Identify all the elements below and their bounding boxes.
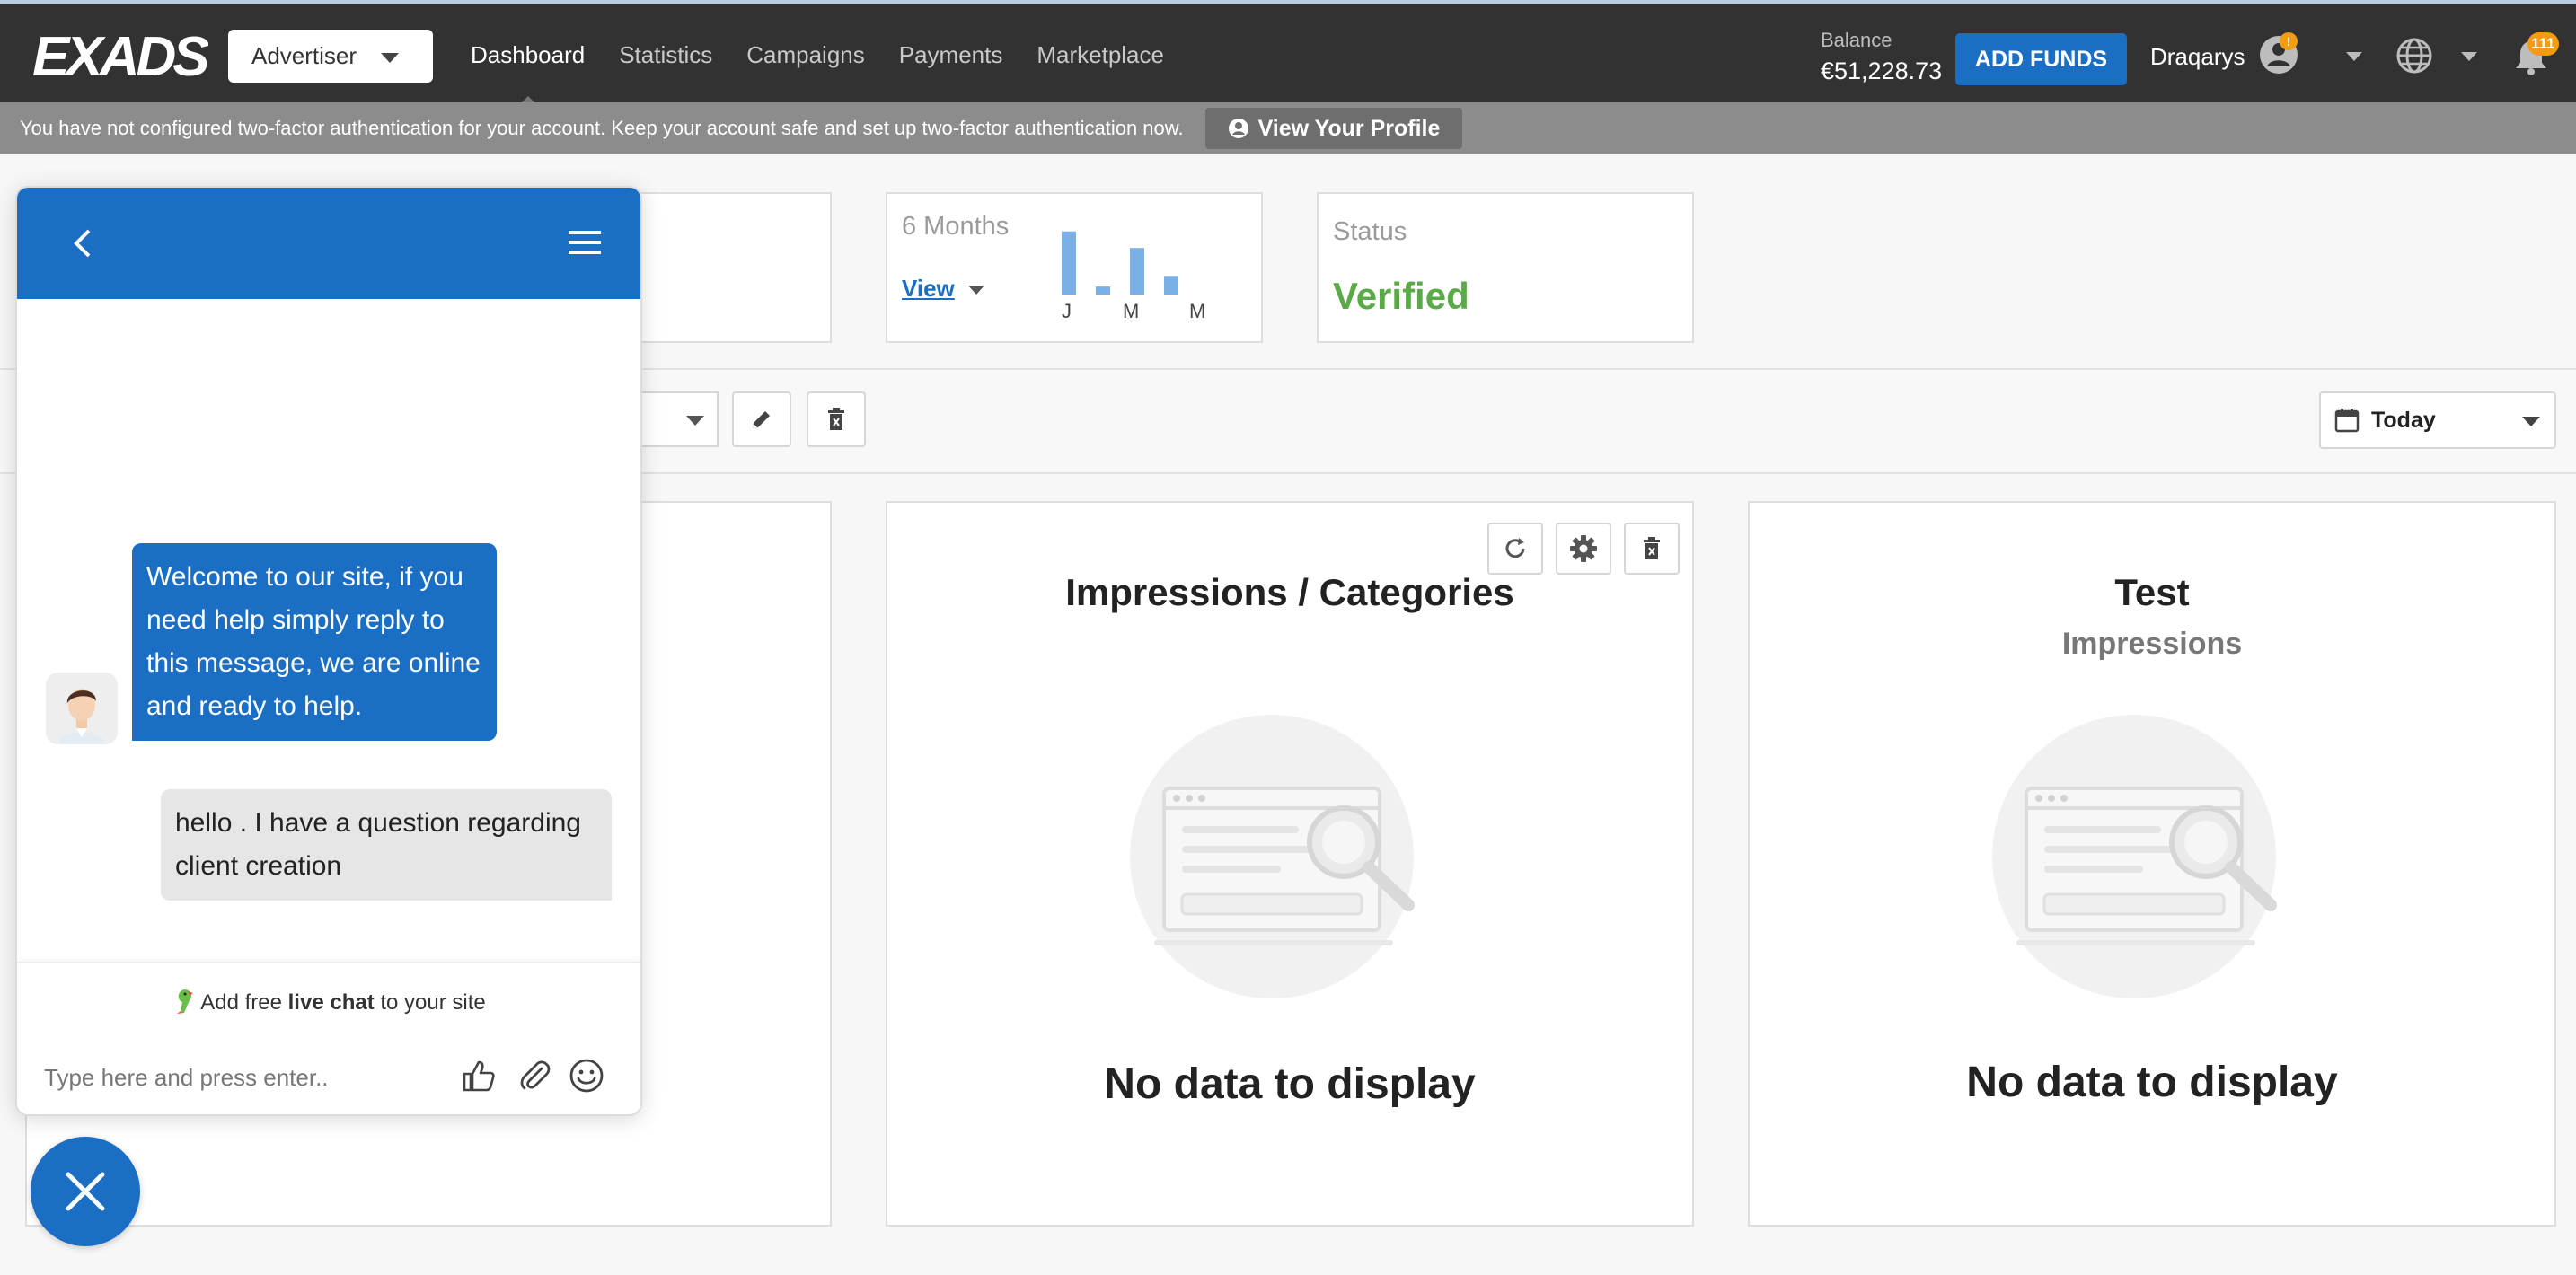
no-data-message: No data to display (1104, 1060, 1476, 1108)
chevron-down-icon (381, 53, 399, 63)
month-label-1: J (1062, 300, 1072, 322)
widget-title: Test (2114, 571, 2190, 613)
edit-dashboard-button[interactable] (732, 391, 791, 447)
chevron-left-icon[interactable] (66, 225, 101, 261)
parrot-icon (177, 989, 194, 1014)
close-icon (66, 1172, 105, 1211)
main-nav: Dashboard Statistics Campaigns Payments … (471, 4, 1198, 106)
notifications-count-badge: 111 (2527, 32, 2559, 56)
widget-subtitle: Impressions (2061, 627, 2243, 661)
balance-display: Balance €51,228.73 (1821, 29, 1942, 85)
view-profile-label: View Your Profile (1257, 115, 1441, 141)
empty-state-illustration (1130, 715, 1415, 998)
test-impressions-widget: Test Impressions No data to display (1748, 501, 2556, 1227)
chat-footer: Add free live chat to your site (17, 962, 640, 1114)
agent-avatar (46, 673, 118, 744)
nav-campaigns[interactable]: Campaigns (746, 4, 865, 106)
account-role-select[interactable]: Advertiser (228, 30, 433, 83)
promo-prefix: Add free (200, 990, 288, 1015)
month-label-3: M (1189, 300, 1206, 322)
pencil-icon (753, 411, 770, 428)
account-role-label: Advertiser (251, 42, 357, 69)
status-label: Status (1333, 217, 1407, 246)
widget-settings-button[interactable] (1556, 523, 1611, 575)
live-chat-promo-link[interactable]: Add free live chat to your site (17, 988, 640, 1016)
mini-chart-bar (1062, 231, 1076, 295)
status-card: Status Verified (1317, 192, 1694, 343)
mini-chart-bar (1096, 286, 1110, 295)
date-range-value: Today (2371, 407, 2436, 433)
promo-suffix: to your site (374, 990, 486, 1015)
refresh-widget-button[interactable] (1487, 523, 1543, 575)
two-factor-warning-banner: You have not configured two-factor authe… (0, 102, 2576, 154)
trash-icon (828, 408, 844, 430)
no-data-message: No data to display (1966, 1059, 2338, 1106)
view-link[interactable]: View (902, 275, 955, 303)
dashboard-select[interactable] (629, 391, 719, 447)
two-factor-warning-text: You have not configured two-factor authe… (20, 117, 1184, 139)
balance-label: Balance (1821, 29, 1892, 51)
remove-widget-button[interactable] (1624, 523, 1680, 575)
refresh-icon (1505, 538, 1525, 558)
username-menu[interactable]: Draqarys (2150, 43, 2245, 71)
user-message: hello . I have a question regarding clie… (161, 789, 612, 901)
profile-icon (1228, 119, 1248, 138)
emoji-icon[interactable] (569, 1058, 604, 1094)
balance-value: €51,228.73 (1821, 57, 1943, 84)
chevron-down-icon (686, 416, 704, 426)
status-value: Verified (1333, 275, 1469, 317)
nav-statistics[interactable]: Statistics (619, 4, 712, 106)
delete-dashboard-button[interactable] (807, 391, 866, 447)
six-months-mini-chart (1062, 231, 1178, 295)
widget-title: Impressions / Categories (1065, 571, 1514, 613)
empty-state-illustration (1992, 715, 2277, 998)
mini-chart-bar (1164, 276, 1178, 295)
six-months-card: 6 Months View J M M (886, 192, 1263, 343)
nav-payments[interactable]: Payments (899, 4, 1003, 106)
thumbs-up-icon[interactable] (461, 1058, 497, 1094)
month-label-2: M (1123, 300, 1140, 322)
promo-bold: live chat (287, 990, 375, 1015)
chat-message-input[interactable] (44, 1060, 439, 1095)
view-profile-button[interactable]: View Your Profile (1205, 108, 1462, 149)
live-chat-window: Welcome to our site, if you need help si… (15, 186, 642, 1116)
calendar-icon (2334, 409, 2360, 433)
trash-icon (1644, 537, 1660, 559)
user-alert-badge: ! (2280, 32, 2298, 50)
add-funds-button[interactable]: ADD FUNDS (1955, 33, 2127, 85)
date-range-select[interactable]: Today (2319, 391, 2556, 449)
agent-avatar-icon (46, 673, 118, 744)
gear-icon (1570, 535, 1597, 562)
exads-logo[interactable]: EXADS (32, 29, 208, 86)
mini-chart-bar (1130, 248, 1144, 295)
chat-header (17, 188, 640, 299)
agent-message: Welcome to our site, if you need help si… (132, 543, 497, 741)
user-menu-chevron-icon[interactable] (2346, 52, 2362, 61)
impressions-categories-widget: Impressions / Categories No data to disp… (886, 501, 1694, 1227)
view-chevron-icon[interactable] (968, 286, 984, 295)
top-navigation-bar: EXADS Advertiser Dashboard Statistics Ca… (0, 0, 2576, 106)
close-chat-button[interactable] (31, 1137, 140, 1246)
nav-dashboard[interactable]: Dashboard (471, 4, 585, 106)
nav-marketplace[interactable]: Marketplace (1037, 4, 1164, 106)
globe-icon[interactable] (2395, 36, 2434, 75)
hamburger-menu-icon[interactable] (569, 229, 601, 256)
language-chevron-icon[interactable] (2461, 52, 2477, 61)
logo-text: EXADS (32, 29, 208, 86)
chevron-down-icon (2522, 417, 2540, 426)
six-months-title: 6 Months (902, 212, 1010, 241)
paperclip-icon[interactable] (516, 1058, 552, 1094)
